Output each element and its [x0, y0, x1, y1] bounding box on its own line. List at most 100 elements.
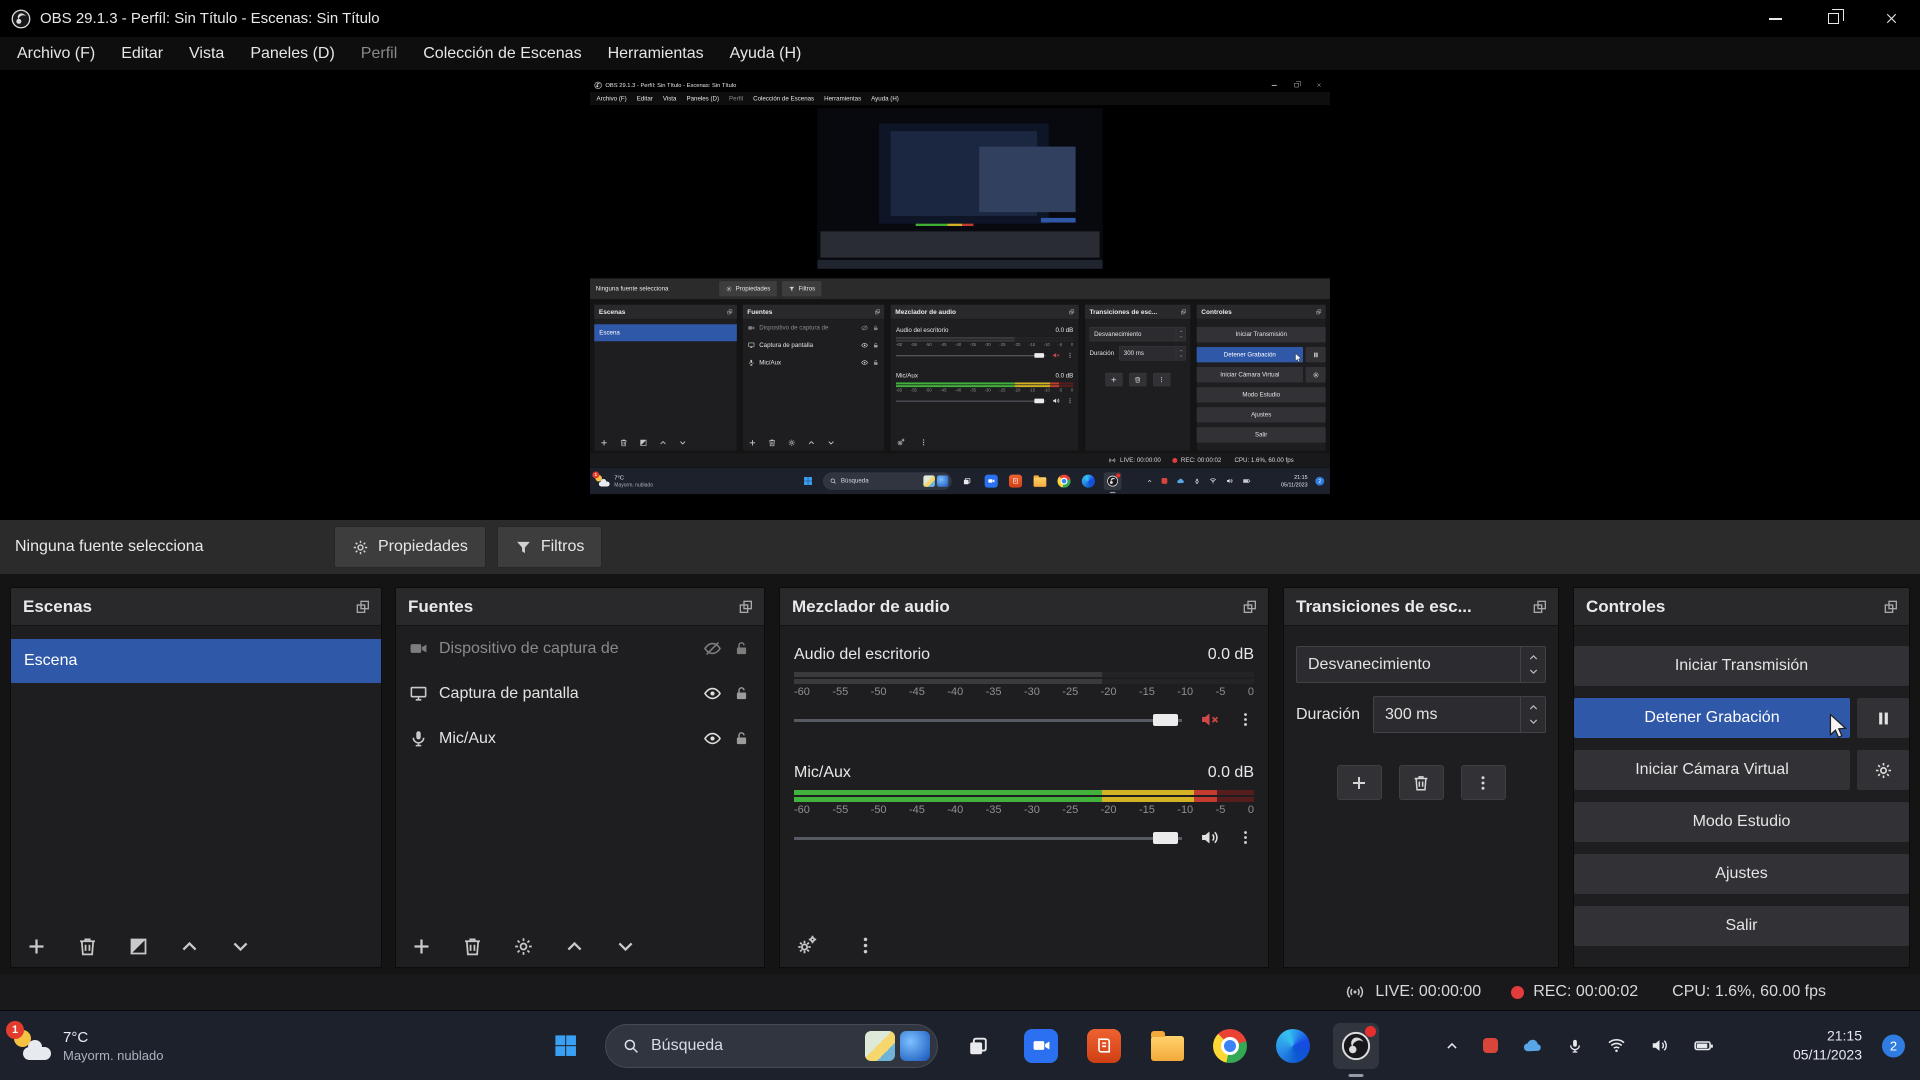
add-scene-icon[interactable] [26, 936, 47, 957]
onedrive-icon[interactable] [1522, 1035, 1543, 1056]
source-row-display-capture[interactable]: Captura de pantalla [396, 671, 764, 716]
menu-paneles[interactable]: Paneles (D) [237, 37, 347, 70]
volume-slider[interactable] [794, 714, 1182, 726]
transition-select[interactable]: Desvanecimiento [1296, 646, 1546, 683]
source-toolbar: Ninguna fuente selecciona Propiedades Fi… [0, 520, 1920, 574]
move-source-down-icon[interactable] [615, 936, 636, 957]
popout-icon[interactable] [1242, 599, 1258, 615]
meter-segment [1102, 672, 1254, 677]
lock-icon[interactable] [733, 640, 750, 657]
obs-taskbar-button[interactable] [1333, 1023, 1379, 1069]
source-properties-icon[interactable] [513, 936, 534, 957]
meter-segment [794, 672, 1102, 677]
start-streaming-button[interactable]: Iniciar Transmisión [1574, 646, 1909, 686]
popout-icon[interactable] [738, 599, 754, 615]
show-hidden-icons-chevron[interactable] [1445, 1039, 1459, 1053]
mute-icon[interactable] [1199, 709, 1220, 730]
video-app-button[interactable] [1018, 1023, 1064, 1069]
meter-segment [1217, 797, 1254, 802]
start-button[interactable] [542, 1023, 588, 1069]
sources-panel-header: Fuentes [396, 588, 764, 626]
search-highlight-thumbnail-1[interactable] [865, 1031, 895, 1061]
speaker-icon[interactable] [1199, 827, 1220, 848]
mixer-menu-icon[interactable] [855, 935, 876, 956]
add-source-icon[interactable] [411, 936, 432, 957]
remove-scene-icon[interactable] [77, 936, 98, 957]
rec-time: REC: 00:00:02 [1533, 983, 1638, 1001]
virtual-camera-settings-button[interactable] [1857, 750, 1909, 790]
menu-perfil[interactable]: Perfil [348, 37, 410, 70]
meter-scale: -60-55-50-45-40-35-30-25-20-15-10-50 [794, 686, 1254, 698]
popout-icon[interactable] [355, 599, 371, 615]
spin-down-icon[interactable] [1528, 716, 1539, 727]
filters-button[interactable]: Filtros [497, 526, 603, 568]
volume-slider-handle[interactable] [1153, 832, 1178, 844]
cpu-stats: CPU: 1.6%, 60.00 fps [1672, 983, 1826, 1001]
wifi-icon[interactable] [1607, 1036, 1626, 1055]
remove-source-icon[interactable] [462, 936, 483, 957]
scene-list-item[interactable]: Escena [11, 639, 381, 683]
notification-count-badge[interactable]: 2 [1882, 1034, 1905, 1057]
source-row-mic-aux[interactable]: Mic/Aux [396, 716, 764, 761]
volume-icon[interactable] [1650, 1036, 1669, 1055]
lock-icon[interactable] [733, 685, 750, 702]
menu-ayuda[interactable]: Ayuda (H) [717, 37, 815, 70]
pause-recording-button[interactable] [1857, 698, 1909, 738]
search-highlight-thumbnail-2[interactable] [900, 1031, 930, 1061]
orange-app-button[interactable] [1081, 1023, 1127, 1069]
source-row-capture-device[interactable]: Dispositivo de captura de [396, 626, 764, 671]
battery-icon[interactable] [1693, 1035, 1714, 1056]
popout-icon[interactable] [1883, 599, 1899, 615]
close-button[interactable] [1862, 0, 1920, 37]
minimize-button[interactable] [1746, 0, 1804, 37]
properties-button[interactable]: Propiedades [334, 526, 486, 568]
visibility-icon[interactable] [703, 729, 722, 748]
menu-archivo[interactable]: Archivo (F) [4, 37, 108, 70]
start-virtual-camera-button[interactable]: Iniciar Cámara Virtual [1574, 750, 1850, 790]
channel-menu-icon[interactable] [1237, 829, 1254, 846]
scene-filters-icon[interactable] [128, 936, 149, 957]
visibility-hidden-icon[interactable] [703, 639, 722, 658]
menu-coleccion-escenas[interactable]: Colección de Escenas [410, 37, 594, 70]
chrome-button[interactable] [1207, 1023, 1253, 1069]
advanced-audio-icon[interactable] [795, 933, 819, 957]
lock-icon[interactable] [733, 730, 750, 747]
remove-transition-button[interactable] [1399, 765, 1444, 800]
menu-editar[interactable]: Editar [108, 37, 176, 70]
file-explorer-button[interactable] [1144, 1023, 1190, 1069]
volume-slider[interactable] [794, 832, 1182, 844]
menu-vista[interactable]: Vista [176, 37, 237, 70]
studio-mode-button[interactable]: Modo Estudio [1574, 802, 1909, 842]
meter-tick: -5 [1216, 804, 1226, 816]
source-status-text: Ninguna fuente selecciona [15, 538, 323, 556]
gear-icon [352, 539, 369, 556]
exit-button[interactable]: Salir [1574, 906, 1909, 946]
move-source-up-icon[interactable] [564, 936, 585, 957]
task-view-button[interactable] [955, 1023, 1001, 1069]
chevron-up-icon [1528, 652, 1539, 663]
channel-menu-icon[interactable] [1237, 711, 1254, 728]
mic-in-use-icon[interactable] [1567, 1038, 1583, 1054]
preview-canvas[interactable]: OBS 29.1.3 - Perfíl: Sin Título - Escena… [0, 70, 1920, 520]
edge-button[interactable] [1270, 1023, 1316, 1069]
stop-recording-button[interactable]: Detener Grabación [1574, 698, 1850, 738]
popout-icon[interactable] [1532, 599, 1548, 615]
taskbar-clock[interactable]: 21:15 05/11/2023 [1793, 1026, 1862, 1065]
tray-app-icon[interactable] [1483, 1038, 1498, 1053]
visibility-icon[interactable] [703, 684, 722, 703]
settings-button[interactable]: Ajustes [1574, 854, 1909, 894]
volume-slider-handle[interactable] [1153, 714, 1178, 726]
restore-button[interactable] [1804, 0, 1862, 37]
transition-menu-button[interactable] [1461, 765, 1506, 800]
obs-logo-icon [11, 9, 31, 29]
move-scene-up-icon[interactable] [179, 936, 200, 957]
edge-icon [1276, 1029, 1310, 1063]
add-transition-button[interactable] [1337, 765, 1382, 800]
search-box[interactable]: Búsqueda [605, 1024, 938, 1068]
spin-up-icon[interactable] [1528, 702, 1539, 713]
weather-widget[interactable]: 1 7°C Mayorm. nublado [12, 1028, 163, 1064]
meter-scale: -60-55-50-45-40-35-30-25-20-15-10-50 [794, 804, 1254, 816]
duration-spinbox[interactable]: 300 ms [1373, 696, 1546, 733]
move-scene-down-icon[interactable] [230, 936, 251, 957]
menu-herramientas[interactable]: Herramientas [595, 37, 717, 70]
